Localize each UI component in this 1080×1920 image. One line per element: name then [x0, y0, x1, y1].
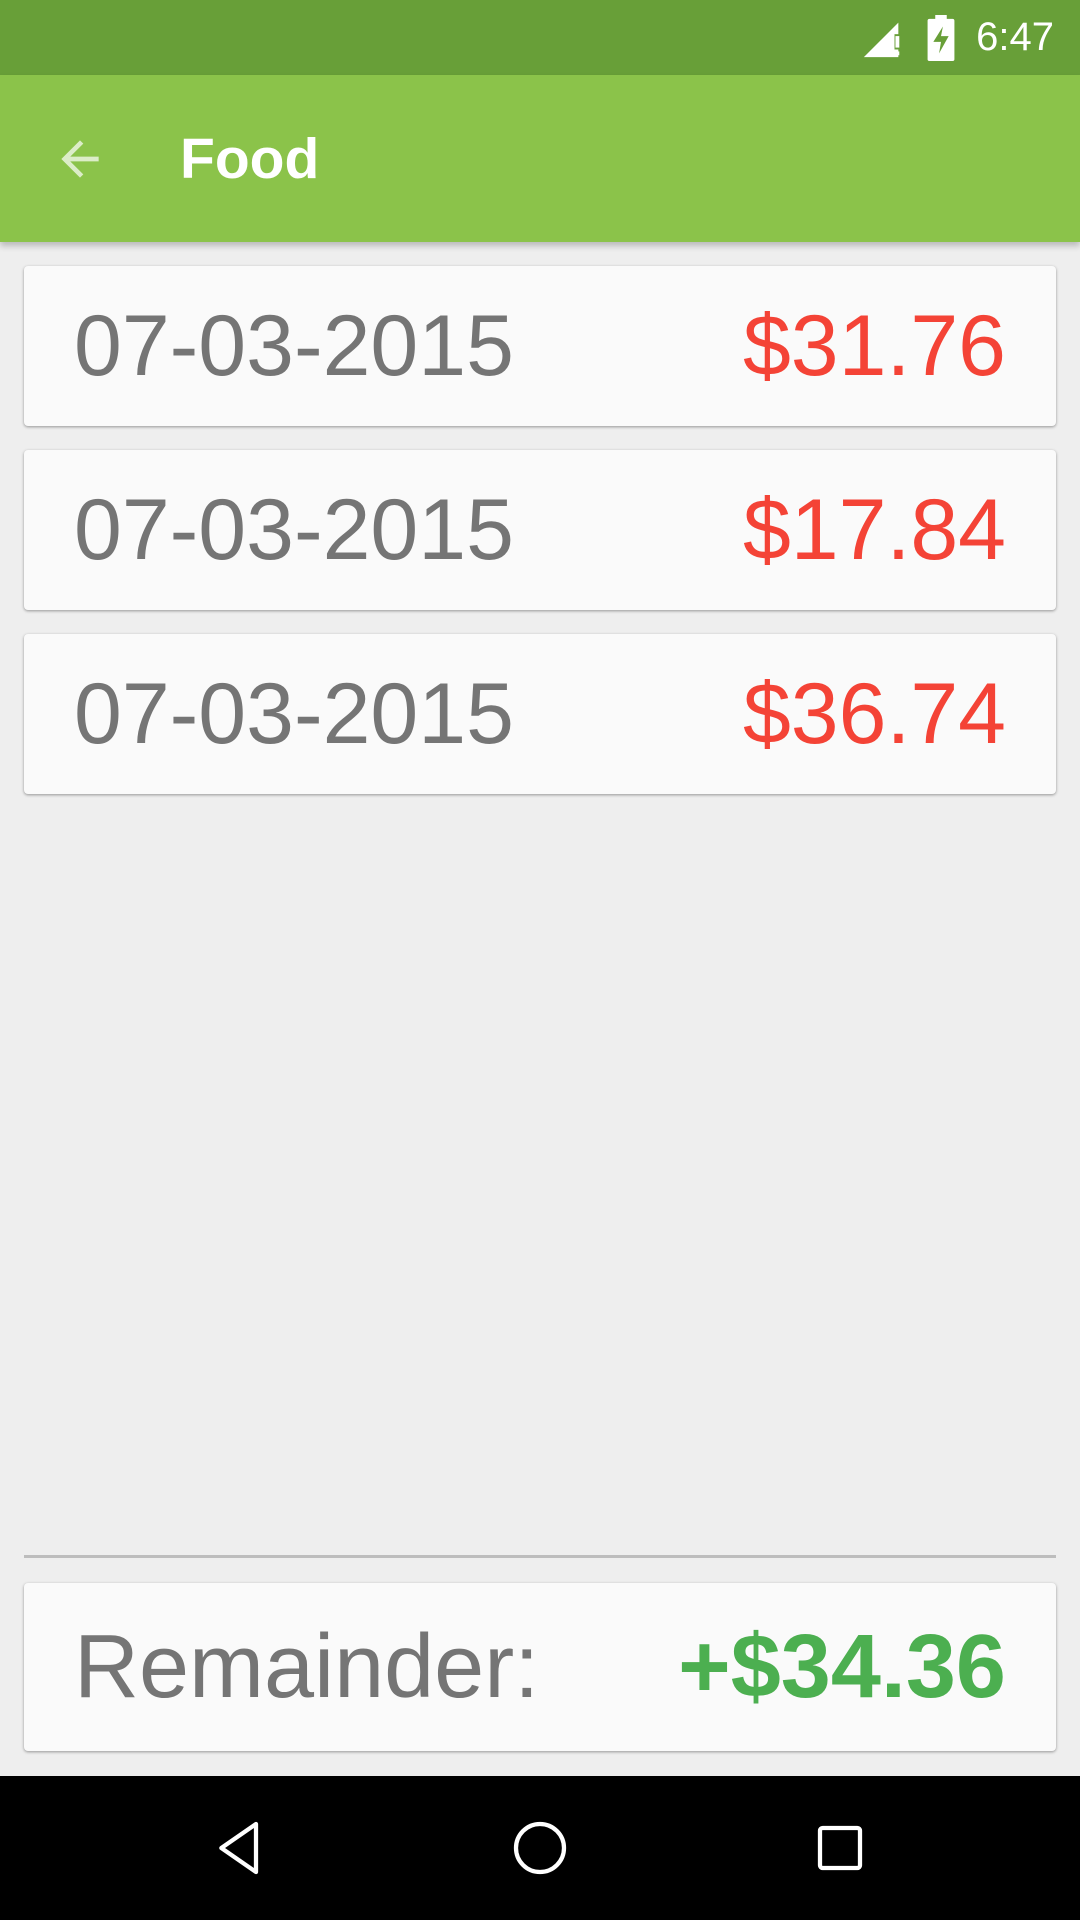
- status-time: 6:47: [976, 15, 1054, 59]
- entry-date: 07-03-2015: [74, 665, 514, 762]
- entry-date: 07-03-2015: [74, 481, 514, 578]
- arrow-back-icon: [61, 140, 99, 178]
- expense-list: 07-03-2015 $31.76 07-03-2015 $17.84 07-0…: [24, 266, 1056, 818]
- entry-amount: $36.74: [742, 665, 1006, 762]
- entry-amount: $17.84: [742, 481, 1006, 578]
- recents-square-icon: [817, 1825, 863, 1871]
- nav-recents-button[interactable]: [800, 1808, 880, 1888]
- entry-date: 07-03-2015: [74, 297, 514, 394]
- list-item[interactable]: 07-03-2015 $17.84: [24, 450, 1056, 610]
- remainder-value: +$34.36: [678, 1616, 1006, 1717]
- nav-home-button[interactable]: [500, 1808, 580, 1888]
- entry-amount: $31.76: [742, 297, 1006, 394]
- remainder-card: Remainder: +$34.36: [24, 1583, 1056, 1751]
- app-bar: Food: [0, 75, 1080, 242]
- home-circle-icon: [513, 1821, 567, 1875]
- list-item[interactable]: 07-03-2015 $31.76: [24, 266, 1056, 426]
- battery-charging-icon: [927, 14, 955, 61]
- status-icons: 6:47: [860, 0, 1054, 75]
- nav-back-button[interactable]: [200, 1808, 280, 1888]
- list-item[interactable]: 07-03-2015 $36.74: [24, 634, 1056, 794]
- page-title: Food: [180, 127, 320, 191]
- back-button[interactable]: [40, 119, 120, 199]
- navigation-bar: [0, 1776, 1080, 1920]
- status-bar: 6:47: [0, 0, 1080, 75]
- signal-icon: [863, 22, 901, 57]
- remainder-label: Remainder:: [74, 1616, 540, 1717]
- divider: [24, 1555, 1056, 1558]
- back-triangle-icon: [219, 1821, 259, 1875]
